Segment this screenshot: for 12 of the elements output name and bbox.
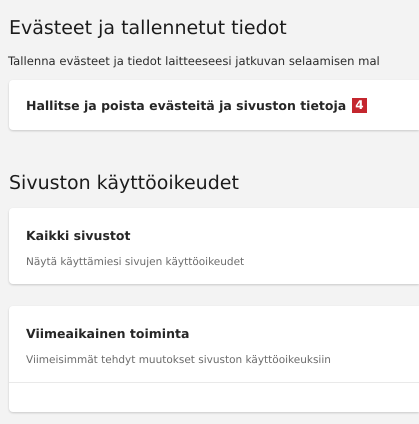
link-description: Näytä käyttämiesi sivujen käyttöoikeudet [26,256,246,268]
link-title: Kaikki sivustot [26,228,130,242]
link-title: Hallitse ja poista evästeitä ja sivuston tietoja [26,98,346,112]
link-description: Viimeisimmät tehdyt muutokset sivuston käyttöoikeuksiin [26,354,332,366]
count-badge: 4 [352,98,367,112]
link-title: Viimeaikainen toiminta [26,326,190,340]
section-description: Tallenna evästeet ja tiedot laitteeseesi jatkuvan selaamisen mal [8,54,381,68]
section-heading: Sivuston käyttöoikeudet [9,171,240,196]
settings-link[interactable]: Kaikki sivustot Näytä käyttämiesi sivujen käyttöoikeudet [9,208,419,284]
settings-link[interactable]: Viimeaikainen toiminta Viimeisimmät tehdyt muutokset sivuston käyttöoikeuksiin [9,306,419,382]
section-heading: Evästeet ja tallennetut tiedot [9,16,288,41]
settings-link[interactable]: Hallitse ja poista evästeitä ja sivuston tietoja 4 [9,80,419,130]
